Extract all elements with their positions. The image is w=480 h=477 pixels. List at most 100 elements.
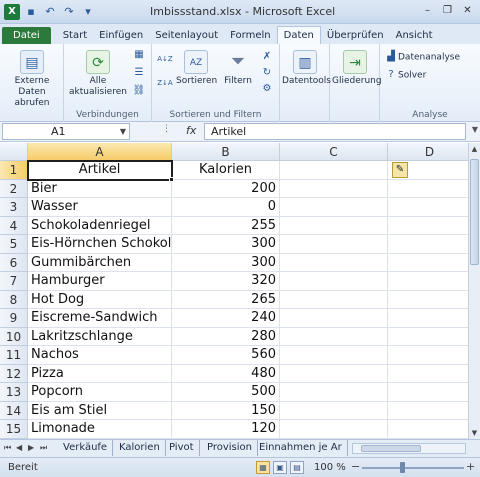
zoom-in-icon[interactable]: + — [466, 460, 475, 473]
cell-kalorien[interactable]: 500 — [172, 383, 280, 402]
solver-button[interactable]: ? Solver — [384, 68, 426, 82]
prev-sheet-icon[interactable]: ◀ — [16, 443, 22, 452]
cell-artikel[interactable]: Eis-Hörnchen Schokolade — [28, 235, 172, 254]
sheet-tab-kalorien[interactable]: Kalorien — [114, 440, 166, 456]
formula-resize-icon[interactable]: ⋮ — [162, 124, 171, 134]
cell-kalorien[interactable]: 150 — [172, 401, 280, 420]
cell-empty[interactable] — [388, 309, 468, 328]
tab-einfuegen[interactable]: Einfügen — [93, 27, 149, 44]
fill-handle[interactable] — [169, 176, 174, 182]
datentools-button[interactable]: ▥ Datentools — [282, 50, 331, 87]
cell-artikel[interactable]: Eis am Stiel — [28, 401, 172, 420]
cell-kalorien[interactable]: 0 — [172, 198, 280, 217]
minimize-icon[interactable]: – — [419, 3, 436, 19]
cell-kalorien[interactable]: 560 — [172, 346, 280, 365]
cell-empty[interactable] — [388, 217, 468, 235]
row-header[interactable]: 5 — [0, 235, 28, 254]
sheet-tab-verkaeufe[interactable]: Verkäufe — [58, 440, 114, 456]
tab-daten[interactable]: Daten — [276, 26, 321, 44]
cell-empty[interactable] — [280, 420, 388, 439]
cell-empty[interactable] — [388, 420, 468, 439]
cell-kalorien[interactable]: 320 — [172, 272, 280, 291]
cell-artikel[interactable]: Schokoladenriegel — [28, 216, 172, 235]
alle-aktualisieren-button[interactable]: ⟳ Alle aktualisieren — [68, 50, 128, 98]
vertical-scrollbar[interactable]: ▲ ▼ — [468, 143, 480, 439]
cell-empty[interactable] — [280, 364, 388, 383]
row-header[interactable]: 15 — [0, 420, 28, 439]
cell-artikel[interactable]: Gummibärchen — [28, 253, 172, 272]
scroll-down-icon[interactable]: ▼ — [469, 427, 480, 439]
row-header[interactable]: 8 — [0, 290, 28, 309]
row-header[interactable]: 10 — [0, 327, 28, 346]
row-header[interactable]: 14 — [0, 401, 28, 420]
zoom-slider[interactable] — [362, 467, 464, 469]
cell-empty[interactable] — [280, 161, 388, 180]
page-break-view-icon[interactable]: ▤ — [290, 461, 304, 474]
cell-artikel[interactable]: Hot Dog — [28, 290, 172, 309]
save-icon[interactable]: ▪ — [23, 4, 39, 20]
spreadsheet-grid[interactable]: A B C D 1 Artikel Kalorien 2 Bier 200 3 Wasser 0 4 Sch… — [0, 143, 468, 439]
name-box-dropdown-icon[interactable]: ▼ — [120, 124, 126, 139]
sort-za-button[interactable]: Z↓A — [156, 76, 174, 90]
page-layout-view-icon[interactable]: ▣ — [273, 461, 287, 474]
cell-artikel[interactable]: Hamburger — [28, 272, 172, 291]
redo-icon[interactable]: ↷ — [61, 4, 77, 20]
select-all-corner[interactable] — [0, 143, 28, 161]
name-box[interactable]: A1 ▼ — [2, 123, 130, 140]
cell-kalorien[interactable]: 240 — [172, 309, 280, 328]
cell-empty[interactable] — [280, 290, 388, 309]
undo-icon[interactable]: ↶ — [42, 4, 58, 20]
cell-empty[interactable] — [280, 327, 388, 346]
tab-start[interactable]: Start — [57, 27, 93, 44]
row-header[interactable]: 11 — [0, 346, 28, 365]
cell-empty[interactable] — [280, 216, 388, 235]
expand-formula-icon[interactable]: ▼ — [472, 125, 478, 134]
zoom-slider-thumb[interactable] — [400, 462, 405, 473]
cell-empty[interactable] — [388, 328, 468, 346]
cell-artikel[interactable]: Bier — [28, 179, 172, 198]
horizontal-scrollbar[interactable] — [352, 443, 466, 454]
tab-seitenlayout[interactable]: Seitenlayout — [149, 27, 224, 44]
row-header[interactable]: 9 — [0, 309, 28, 328]
column-header-d[interactable]: D — [388, 143, 468, 161]
clear-filter-icon[interactable]: ✗ — [260, 50, 274, 64]
cell-empty[interactable] — [388, 383, 468, 402]
tab-ansicht[interactable]: Ansicht — [390, 27, 439, 44]
tab-ueberpruefen[interactable]: Überprüfen — [321, 27, 390, 44]
normal-view-icon[interactable]: ▦ — [256, 461, 270, 474]
cell-artikel[interactable]: Eiscreme-Sandwich — [28, 309, 172, 328]
row-header[interactable]: 13 — [0, 383, 28, 402]
cell-empty[interactable] — [388, 254, 468, 272]
advanced-filter-icon[interactable]: ⚙ — [260, 82, 274, 96]
row-header[interactable]: 6 — [0, 253, 28, 272]
sort-az-button[interactable]: A↓Z — [156, 52, 174, 66]
scroll-up-icon[interactable]: ▲ — [469, 143, 480, 155]
connections-icon[interactable]: ▦ — [132, 48, 146, 62]
cell-empty[interactable] — [388, 272, 468, 291]
vertical-scroll-thumb[interactable] — [470, 159, 479, 265]
cell-empty[interactable] — [280, 179, 388, 198]
zoom-level[interactable]: 100 % — [314, 462, 346, 473]
customize-qat-icon[interactable]: ▾ — [80, 4, 96, 20]
cell-artikel[interactable]: Pizza — [28, 364, 172, 383]
cell-artikel[interactable]: Nachos — [28, 346, 172, 365]
externe-daten-button[interactable]: ▤ Externe Daten abrufen — [2, 50, 62, 109]
cell-empty[interactable] — [388, 402, 468, 420]
restore-icon[interactable]: ❐ — [439, 3, 456, 19]
first-sheet-icon[interactable]: ⏮ — [4, 443, 11, 453]
cell-kalorien[interactable]: 280 — [172, 327, 280, 346]
close-icon[interactable]: ✕ — [459, 3, 476, 19]
cell-artikel[interactable]: Wasser — [28, 198, 172, 217]
properties-icon[interactable]: ☰ — [132, 66, 146, 80]
sortieren-button[interactable]: AZ Sortieren — [176, 50, 217, 87]
cell-empty[interactable] — [280, 401, 388, 420]
row-header[interactable]: 2 — [0, 179, 28, 198]
cell-empty[interactable] — [388, 235, 468, 254]
insert-function-button[interactable]: fx — [186, 124, 196, 137]
edit-links-icon[interactable]: ⛓ — [132, 84, 146, 98]
gliederung-button[interactable]: ⇥ Gliederung — [332, 50, 382, 87]
cell-kalorien[interactable]: 255 — [172, 216, 280, 235]
cell-empty[interactable] — [280, 235, 388, 254]
paste-options-brush-icon[interactable]: ✎ — [392, 162, 408, 178]
cell-kalorien[interactable]: 300 — [172, 235, 280, 254]
